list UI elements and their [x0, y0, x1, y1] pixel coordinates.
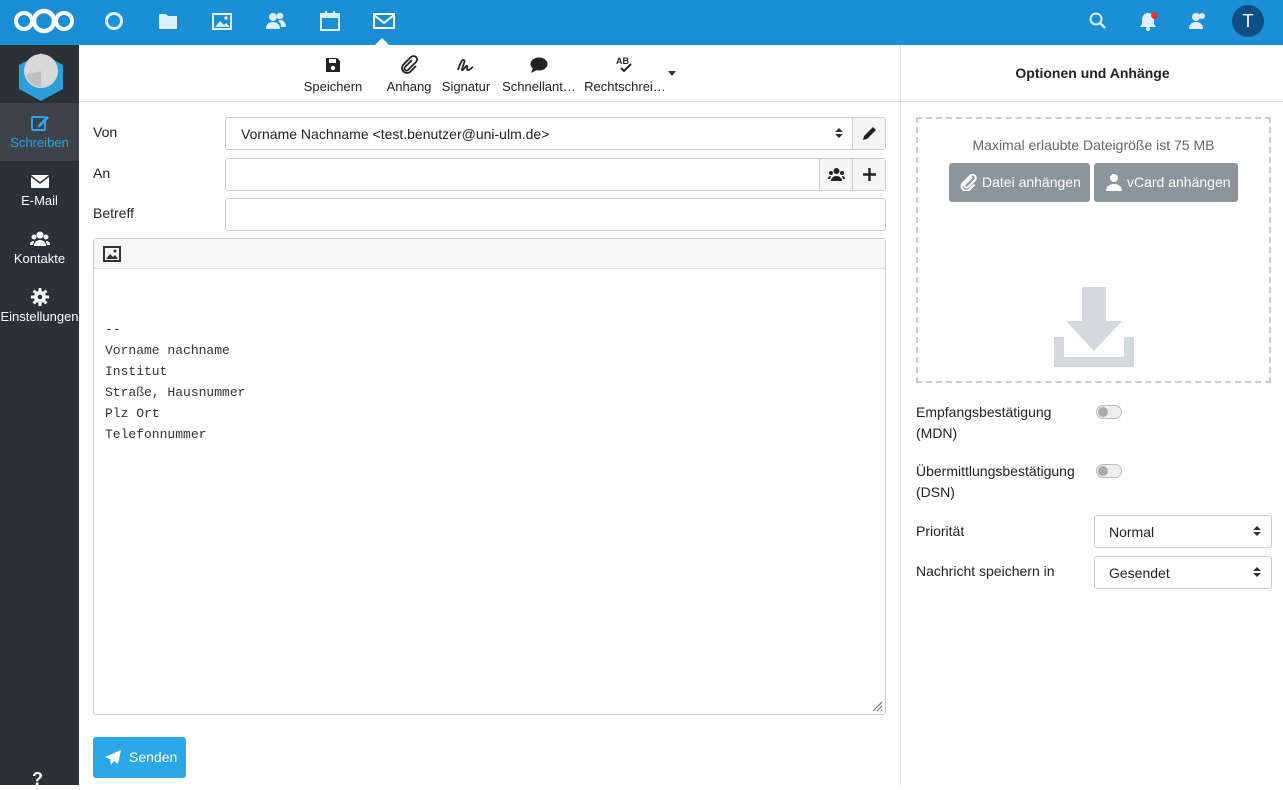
plus-icon [863, 168, 876, 181]
attach-file-label: Datei anhängen [982, 174, 1081, 190]
help-button[interactable]: ? [32, 769, 43, 790]
send-button[interactable]: Senden [93, 737, 186, 778]
envelope-icon [30, 171, 50, 191]
left-navigation: Schreiben E-Mail Kontakte Einstellungen … [0, 45, 79, 789]
more-actions-chevron-icon[interactable] [668, 71, 676, 76]
nav-item-label: Schreiben [10, 135, 69, 150]
attachment-label: Anhang [386, 79, 432, 94]
save-in-select[interactable]: Gesendet [1094, 556, 1272, 589]
to-field[interactable] [225, 158, 886, 191]
max-size-text: Maximal erlaubte Dateigröße ist 75 MB [972, 137, 1215, 153]
contacts-app-icon[interactable] [265, 10, 287, 32]
nav-item-settings[interactable]: Einstellungen [0, 277, 79, 335]
photos-icon[interactable] [211, 10, 233, 32]
account-avatar-icon[interactable] [14, 49, 68, 103]
signature-icon [456, 55, 476, 75]
toggle-knob [1098, 466, 1108, 476]
search-icon[interactable] [1087, 10, 1109, 32]
mdn-label: Empfangsbestätigung (MDN) [916, 404, 1052, 441]
message-editor[interactable]: -- Vorname nachname Institut Straße, Hau… [93, 238, 886, 715]
message-body: -- Vorname nachname Institut Straße, Hau… [105, 322, 246, 442]
active-app-indicator [375, 38, 389, 45]
attach-vcard-label: vCard anhängen [1127, 174, 1231, 190]
spellcheck-icon: AB [615, 55, 635, 75]
top-header: T [0, 0, 1283, 45]
edit-identity-button[interactable] [852, 118, 885, 149]
spellcheck-button[interactable]: AB Rechtschrei… [584, 53, 666, 97]
paperclip-icon [960, 173, 977, 191]
pick-contacts-button[interactable] [819, 159, 852, 190]
contacts-group-icon [828, 168, 845, 181]
nav-item-label: Kontakte [13, 251, 66, 266]
priority-value: Normal [1109, 524, 1155, 540]
nav-item-label: Einstellungen [0, 309, 79, 324]
attach-vcard-button[interactable]: vCard anhängen [1094, 163, 1238, 202]
nav-item-label: E-Mail [21, 193, 58, 208]
to-label: An [93, 165, 111, 181]
notification-badge [1151, 12, 1158, 19]
from-select[interactable]: Vorname Nachname <test.benutzer@uni-ulm.… [225, 117, 886, 150]
save-in-value: Gesendet [1109, 565, 1170, 581]
insert-image-icon[interactable] [103, 246, 121, 262]
dashboard-icon[interactable] [103, 10, 125, 32]
quick-reply-button[interactable]: Schnellant… [499, 53, 579, 97]
editor-toolbar [94, 239, 885, 269]
mail-icon[interactable] [373, 10, 395, 32]
spellcheck-label: Rechtschrei… [584, 79, 666, 94]
add-recipient-button[interactable] [852, 159, 885, 190]
subject-input[interactable] [225, 198, 886, 231]
from-value: Vorname Nachname <test.benutzer@uni-ulm.… [241, 126, 550, 142]
priority-label: Priorität [916, 523, 965, 539]
attachment-dropzone[interactable]: Maximal erlaubte Dateigröße ist 75 MB Da… [916, 117, 1271, 383]
send-label: Senden [129, 749, 178, 765]
contacts-icon [29, 229, 50, 249]
svg-text:AB: AB [616, 56, 629, 66]
attachment-button[interactable]: Anhang [385, 53, 433, 97]
select-arrows-icon [835, 128, 843, 138]
priority-select[interactable]: Normal [1094, 515, 1272, 548]
subject-label: Betreff [93, 205, 134, 221]
pencil-icon [863, 127, 876, 140]
save-in-label: Nachricht speichern in [916, 563, 1055, 579]
compose-icon [30, 113, 50, 133]
save-button[interactable]: Speichern [303, 53, 363, 97]
user-icon [1106, 174, 1122, 191]
dsn-toggle[interactable] [1096, 464, 1122, 478]
options-panel: Optionen und Anhänge Maximal erlaubte Da… [900, 45, 1283, 785]
files-icon[interactable] [157, 10, 179, 32]
gear-icon [30, 287, 50, 307]
save-label: Speichern [303, 79, 363, 94]
paper-plane-icon [105, 750, 121, 765]
nav-item-compose[interactable]: Schreiben [0, 103, 79, 161]
calendar-icon[interactable] [319, 10, 341, 32]
paperclip-icon [399, 55, 419, 75]
user-avatar[interactable]: T [1232, 5, 1264, 37]
nav-item-mail[interactable]: E-Mail [0, 161, 79, 219]
select-arrows-icon [1253, 526, 1261, 536]
options-title: Optionen und Anhänge [901, 45, 1283, 102]
toggle-knob [1098, 407, 1108, 417]
quick-reply-label: Schnellant… [502, 79, 576, 94]
attach-file-button[interactable]: Datei anhängen [949, 163, 1090, 202]
nextcloud-logo[interactable] [13, 8, 75, 34]
compose-toolbar: Speichern Anhang Signatur Schnellant… AB… [79, 45, 900, 102]
resize-handle-icon[interactable] [871, 700, 883, 712]
download-arrow-icon [1054, 287, 1134, 367]
signature-button[interactable]: Signatur [441, 53, 491, 97]
dsn-label: Übermittlungsbestätigung (DSN) [916, 463, 1075, 500]
signature-label: Signatur [441, 79, 491, 94]
nav-item-contacts[interactable]: Kontakte [0, 219, 79, 277]
floppy-icon [323, 55, 343, 75]
contacts-menu-icon[interactable] [1187, 10, 1209, 32]
from-label: Von [93, 124, 118, 140]
mdn-toggle[interactable] [1096, 405, 1122, 419]
speech-bubble-icon [529, 55, 549, 75]
select-arrows-icon [1253, 567, 1261, 577]
